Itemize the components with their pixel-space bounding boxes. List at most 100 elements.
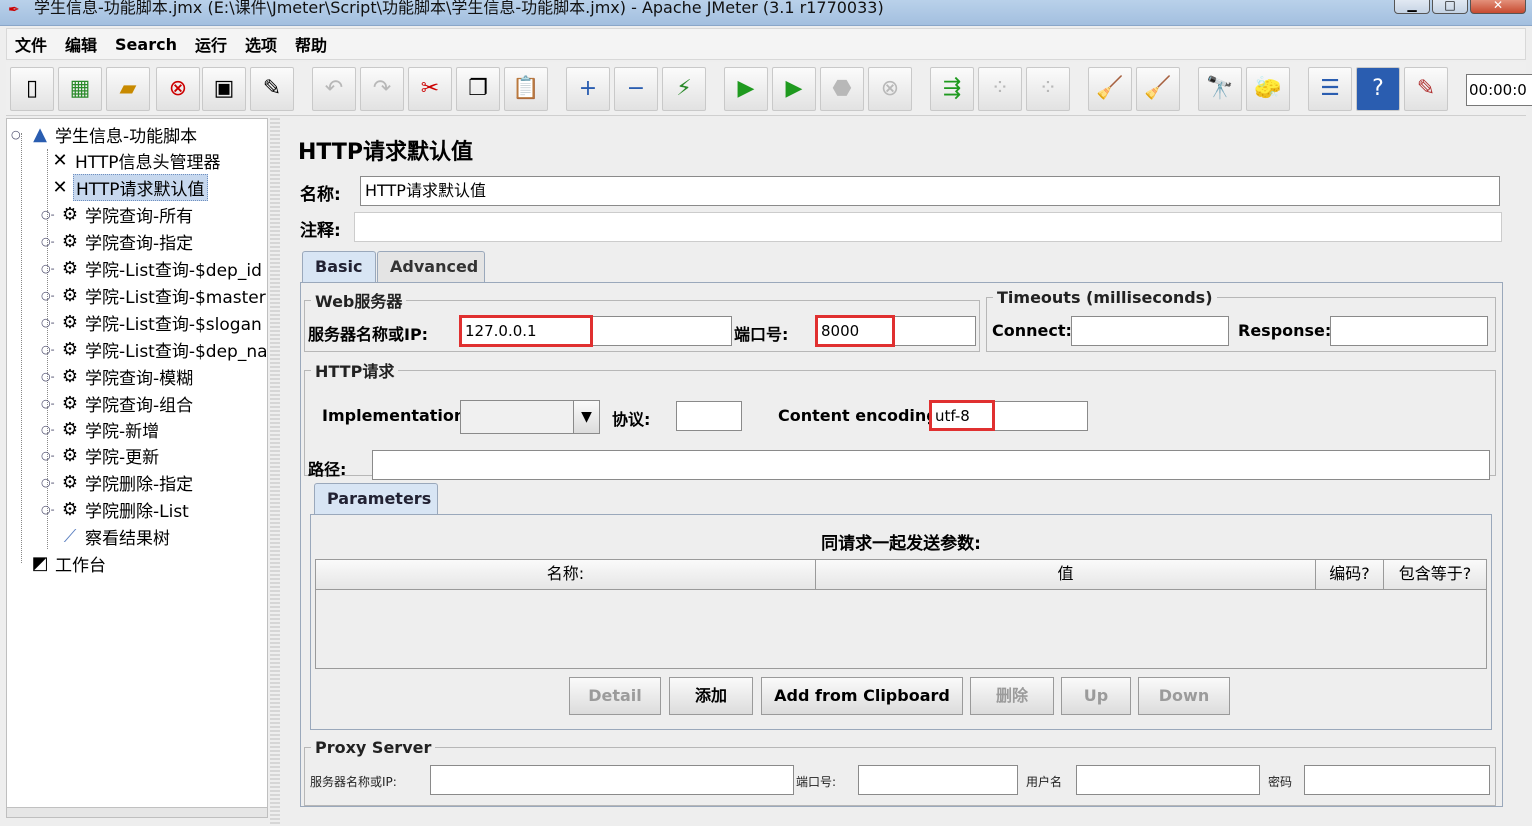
tree-root[interactable]: ○ ▲ 学生信息-功能脚本 bbox=[11, 121, 199, 147]
expand-handle-icon[interactable]: ○- bbox=[41, 370, 57, 383]
paste-icon[interactable]: 📋 bbox=[504, 67, 548, 111]
expand-handle-icon[interactable]: ○- bbox=[41, 343, 57, 356]
tree-item[interactable]: ○- ⚙ 学院-List查询-$dep_id bbox=[41, 255, 264, 281]
web-server-legend: Web服务器 bbox=[315, 292, 403, 311]
tab-parameters[interactable]: Parameters bbox=[314, 483, 438, 515]
implementation-select[interactable]: ▼ bbox=[460, 400, 600, 434]
expand-handle-icon[interactable]: ○- bbox=[41, 262, 57, 275]
expand-handle-icon[interactable]: ○- bbox=[41, 316, 57, 329]
new-icon[interactable]: ▯ bbox=[10, 67, 54, 111]
add-button[interactable]: 添加 bbox=[669, 677, 753, 715]
tab-basic[interactable]: Basic bbox=[302, 251, 376, 283]
remote-shutdown-icon[interactable]: ⁘ bbox=[1026, 67, 1070, 111]
tree-item[interactable]: ○- ⚙ 学院删除-List bbox=[41, 496, 191, 522]
stop-icon[interactable]: ⬣ bbox=[820, 67, 864, 111]
tree-item[interactable]: ○- ⚙ 学院查询-组合 bbox=[41, 390, 195, 416]
add-from-clipboard-button[interactable]: Add from Clipboard bbox=[761, 677, 963, 715]
tree-item[interactable]: ○- ⚙ 学院-List查询-$master bbox=[41, 282, 267, 308]
minimize-button[interactable]: ▁ bbox=[1394, 0, 1430, 14]
menu-run[interactable]: 运行 bbox=[195, 32, 227, 56]
log-viewer-icon[interactable]: ✎ bbox=[1404, 67, 1448, 111]
column-header-name[interactable]: 名称: bbox=[316, 560, 816, 590]
proxy-server-input[interactable] bbox=[430, 765, 794, 795]
expand-handle-icon[interactable]: ○- bbox=[41, 423, 57, 436]
open-icon[interactable]: ▰ bbox=[106, 67, 150, 111]
proxy-user-input[interactable] bbox=[1076, 765, 1260, 795]
save-as-icon[interactable]: ✎ bbox=[250, 67, 294, 111]
column-header-encode[interactable]: 编码? bbox=[1316, 560, 1384, 590]
menu-options[interactable]: 选项 bbox=[245, 32, 277, 56]
protocol-input[interactable] bbox=[676, 401, 742, 431]
reset-search-icon[interactable]: 🧽 bbox=[1246, 67, 1290, 111]
chart-icon: ⟋ bbox=[63, 525, 77, 547]
comment-field[interactable] bbox=[354, 212, 1502, 242]
help-icon[interactable]: ? bbox=[1356, 67, 1400, 111]
tab-advanced[interactable]: Advanced bbox=[377, 251, 485, 283]
expand-handle-icon[interactable]: ○- bbox=[41, 208, 57, 221]
templates-icon[interactable]: ▦ bbox=[58, 67, 102, 111]
name-field[interactable]: HTTP请求默认值 bbox=[360, 176, 1500, 206]
path-input[interactable] bbox=[372, 450, 1490, 480]
down-button[interactable]: Down bbox=[1138, 677, 1230, 715]
window-title: 学生信息-功能脚本.jmx (E:\课件\Jmeter\Script\功能脚本\… bbox=[34, 0, 884, 17]
close-file-icon[interactable]: ⊗ bbox=[156, 67, 200, 111]
maximize-button[interactable]: □ bbox=[1432, 0, 1468, 14]
tree-item-results-tree[interactable]: ⟋ 察看结果树 bbox=[57, 523, 172, 549]
menu-file[interactable]: 文件 bbox=[15, 32, 47, 56]
start-no-pauses-icon[interactable]: ▶ bbox=[772, 67, 816, 111]
toggle-icon[interactable]: ⚡ bbox=[662, 67, 706, 111]
tree-item[interactable]: ○- ⚙ 学院-新增 bbox=[41, 416, 161, 442]
column-header-include-equals[interactable]: 包含等于? bbox=[1384, 560, 1486, 590]
tree-item[interactable]: ○- ⚙ 学院-List查询-$slogan bbox=[41, 309, 264, 335]
column-header-value[interactable]: 值 bbox=[816, 560, 1316, 590]
proxy-password-input[interactable] bbox=[1304, 765, 1490, 795]
expand-handle-icon[interactable]: ○- bbox=[41, 449, 57, 462]
function-helper-icon[interactable]: ☰ bbox=[1308, 67, 1352, 111]
up-button[interactable]: Up bbox=[1061, 677, 1131, 715]
expand-handle-icon[interactable]: ○- bbox=[41, 397, 57, 410]
undo-icon[interactable]: ↶ bbox=[312, 67, 356, 111]
tree-item-header-manager[interactable]: ✕ HTTP信息头管理器 bbox=[47, 147, 223, 173]
menu-edit[interactable]: 编辑 bbox=[65, 32, 97, 56]
expand-handle-icon[interactable]: ○- bbox=[41, 289, 57, 302]
tree-item-workbench[interactable]: ◩ 工作台 bbox=[27, 550, 108, 576]
expand-icon[interactable]: + bbox=[566, 67, 610, 111]
tree-item[interactable]: ○- ⚙ 学院查询-所有 bbox=[41, 201, 195, 227]
tree-item[interactable]: ○- ⚙ 学院-更新 bbox=[41, 442, 161, 468]
http-request-legend: HTTP请求 bbox=[315, 362, 395, 381]
name-label: 名称: bbox=[300, 185, 341, 205]
shutdown-icon[interactable]: ⊗ bbox=[868, 67, 912, 111]
tree-horizontal-scrollbar[interactable] bbox=[7, 807, 267, 817]
proxy-port-input[interactable] bbox=[858, 765, 1018, 795]
close-button[interactable]: ✕ bbox=[1470, 0, 1526, 14]
expand-handle-icon[interactable]: ○- bbox=[41, 503, 57, 516]
remote-stop-icon[interactable]: ⁘ bbox=[978, 67, 1022, 111]
tree-item[interactable]: ○- ⚙ 学院-List查询-$dep_na bbox=[41, 336, 267, 362]
workbench-icon: ◩ bbox=[31, 552, 49, 574]
save-icon[interactable]: ▣ bbox=[202, 67, 246, 111]
copy-icon[interactable]: ❐ bbox=[456, 67, 500, 111]
tree-item[interactable]: ○- ⚙ 学院查询-模糊 bbox=[41, 363, 195, 389]
tree-item[interactable]: ○- ⚙ 学院删除-指定 bbox=[41, 469, 195, 495]
menu-help[interactable]: 帮助 bbox=[295, 32, 327, 56]
parameters-panel: 同请求一起发送参数: 名称: 值 编码? 包含等于? Detail 添加 Add… bbox=[310, 514, 1492, 730]
collapse-icon[interactable]: − bbox=[614, 67, 658, 111]
collapse-handle-icon[interactable]: ○ bbox=[11, 128, 27, 141]
expand-handle-icon[interactable]: ○- bbox=[41, 235, 57, 248]
connect-input[interactable] bbox=[1071, 316, 1229, 346]
clear-all-icon[interactable]: 🧹 bbox=[1136, 67, 1180, 111]
delete-button[interactable]: 删除 bbox=[970, 677, 1054, 715]
detail-button[interactable]: Detail bbox=[569, 677, 661, 715]
expand-handle-icon[interactable]: ○- bbox=[41, 476, 57, 489]
response-input[interactable] bbox=[1330, 316, 1488, 346]
tree-item-request-defaults[interactable]: ✕ HTTP请求默认值 bbox=[47, 173, 208, 201]
split-pane-divider[interactable] bbox=[270, 118, 280, 826]
redo-icon[interactable]: ↷ bbox=[360, 67, 404, 111]
menu-search[interactable]: Search bbox=[115, 35, 177, 54]
start-icon[interactable]: ▶ bbox=[724, 67, 768, 111]
clear-icon[interactable]: 🧹 bbox=[1088, 67, 1132, 111]
tree-item[interactable]: ○- ⚙ 学院查询-指定 bbox=[41, 228, 195, 254]
cut-icon[interactable]: ✂ bbox=[408, 67, 452, 111]
remote-start-icon[interactable]: ⇶ bbox=[930, 67, 974, 111]
search-icon[interactable]: 🔭 bbox=[1198, 67, 1242, 111]
